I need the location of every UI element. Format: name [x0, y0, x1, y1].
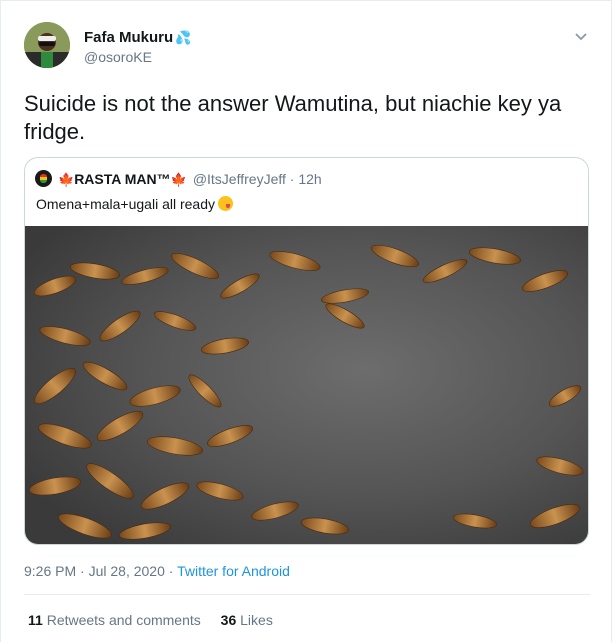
quoted-time: · 12h [289, 171, 322, 187]
likes-count: 36 [220, 612, 237, 628]
quoted-author-avatar[interactable] [35, 170, 52, 187]
maple-leaf-icon: 🍁 [58, 172, 75, 187]
chevron-down-icon[interactable] [572, 27, 590, 45]
sweat-droplets-icon: 💦 [175, 30, 192, 45]
retweets-stat[interactable]: 11 Retweets and comments [28, 612, 201, 628]
tweet-text: Suicide is not the answer Wamutina, but … [24, 91, 562, 144]
quoted-tweet[interactable]: 🍁RASTA MAN™🍁 @ItsJeffreyJeff · 12h Omena+… [24, 157, 589, 545]
yum-face-emoji-icon [218, 196, 233, 211]
likes-stat[interactable]: 36 Likes [221, 612, 273, 628]
divider [24, 594, 590, 595]
quoted-tweet-image[interactable] [25, 226, 588, 544]
retweets-label: Retweets and comments [46, 612, 201, 628]
tweet-card: Fafa Mukuru 💦 @osoroKE Suicide is not the… [0, 0, 612, 642]
likes-label: Likes [240, 612, 273, 628]
quoted-tweet-text: Omena+mala+ugali all ready [36, 196, 233, 212]
quoted-tweet-header: 🍁RASTA MAN™🍁 @ItsJeffreyJeff · 12h [35, 170, 322, 190]
timestamp-text[interactable]: 9:26 PM · Jul 28, 2020 · [24, 563, 177, 579]
quoted-text-content: Omena+mala+ugali all ready [36, 196, 215, 212]
quoted-author-name[interactable]: RASTA MAN™ [74, 171, 170, 187]
author-handle[interactable]: @osoroKE [84, 49, 152, 65]
author-name-text: Fafa Mukuru [84, 29, 174, 46]
author-name[interactable]: Fafa Mukuru 💦 [84, 29, 191, 46]
tweet-timestamp: 9:26 PM · Jul 28, 2020 · Twitter for And… [24, 563, 290, 579]
source-link[interactable]: Twitter for Android [177, 563, 290, 579]
quoted-author-handle: @ItsJeffreyJeff [192, 171, 286, 187]
tweet-stats: 11 Retweets and comments 36 Likes [28, 612, 289, 628]
author-avatar[interactable] [24, 22, 70, 68]
maple-leaf-icon: 🍁 [170, 172, 187, 187]
retweets-count: 11 [28, 612, 43, 628]
